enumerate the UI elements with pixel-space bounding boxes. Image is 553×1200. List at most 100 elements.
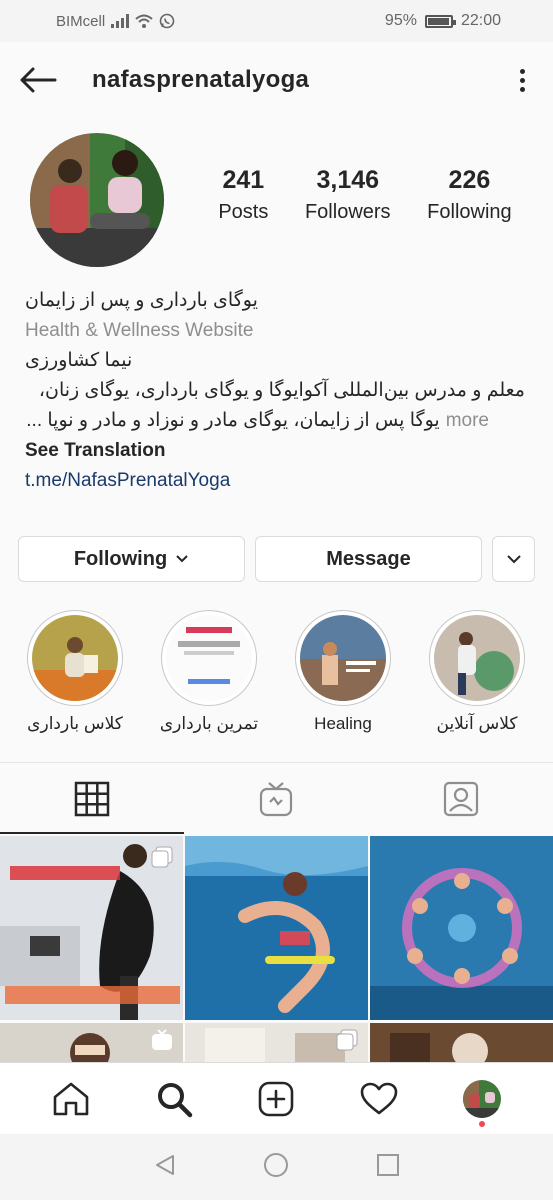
more-dot-icon (519, 77, 525, 83)
home-circle-icon (264, 1152, 289, 1177)
carousel-icon (151, 846, 173, 868)
post-image (185, 836, 368, 1020)
tagged-user-icon (443, 781, 478, 816)
status-bar: BIMcell 95% 22:00 (0, 0, 553, 42)
following-stat[interactable]: 226 Following (427, 166, 511, 224)
highlight-label: کلاس بارداری (27, 714, 123, 733)
highlight-ring (429, 610, 525, 706)
see-translation-link[interactable]: See Translation (25, 436, 535, 466)
post-image (370, 836, 553, 1020)
nav-activity[interactable] (349, 1069, 409, 1129)
post-thumbnail[interactable] (185, 1023, 368, 1062)
highlight-item[interactable]: کلاس بارداری (16, 610, 134, 740)
post-thumbnail[interactable] (370, 1023, 553, 1062)
stat-label: Followers (304, 201, 391, 223)
system-home-button[interactable] (263, 1152, 289, 1183)
nav-home[interactable] (41, 1069, 101, 1129)
highlight-item[interactable]: کلاس آنلاین (418, 610, 536, 740)
stat-count: 226 (448, 166, 491, 194)
bio-website-link[interactable]: t.me/NafasPrenatalYoga (25, 466, 535, 496)
more-dot-icon (519, 86, 525, 92)
profile-actions: Following Message (18, 536, 535, 582)
profile-avatar[interactable] (30, 133, 164, 267)
followers-stat[interactable]: 3,146 Followers (305, 166, 391, 224)
heart-icon (360, 1082, 398, 1114)
bio-text-line: یوگا پس از زایمان، یوگای مادر و نوزاد و … (25, 406, 535, 436)
nav-create[interactable] (246, 1069, 306, 1129)
bio-person: نیما کشاورزی (25, 350, 133, 371)
notification-dot (478, 1120, 485, 1127)
profile-header: nafasprenatalyoga (0, 42, 553, 118)
nav-search[interactable] (144, 1069, 204, 1129)
more-options-button[interactable] (507, 58, 537, 102)
system-recents-button[interactable] (376, 1153, 400, 1182)
stat-count: 241 (222, 166, 265, 194)
whatsapp-icon (159, 13, 175, 29)
post-thumbnail[interactable] (370, 836, 553, 1020)
profile-stats: 241 Posts 3,146 Followers 226 Following (200, 166, 530, 224)
highlight-cover (166, 615, 252, 701)
tab-igtv[interactable] (184, 763, 368, 834)
clock: 22:00 (460, 12, 501, 29)
igtv-icon (260, 781, 293, 816)
bio-category: Health & Wellness Website (25, 320, 254, 341)
system-back-button[interactable] (153, 1153, 177, 1182)
profile-tab-avatar (462, 1079, 501, 1118)
profile-username: nafasprenatalyoga (92, 66, 310, 93)
avatar-photo (30, 133, 164, 267)
grid-icon (74, 781, 110, 816)
story-highlights: کلاس بارداری تمرین بارداری Healing کلاس … (16, 610, 536, 740)
carrier-label: BIMcell (56, 12, 106, 30)
more-dot-icon (519, 68, 525, 74)
profile-tabs (0, 762, 553, 834)
post-image (370, 1023, 553, 1062)
nav-profile[interactable] (452, 1069, 512, 1129)
post-grid (0, 836, 553, 1062)
recents-square-icon (376, 1153, 399, 1176)
bio-text-line2: یوگا پس از زایمان، یوگای مادر و نوزاد و … (26, 410, 440, 431)
posts-stat[interactable]: 241 Posts (218, 166, 268, 224)
battery-percent: 95% (384, 12, 417, 29)
message-button[interactable]: Message (255, 536, 482, 582)
highlight-cover (32, 615, 118, 701)
highlight-label: کلاس آنلاین (436, 714, 518, 733)
suggested-accounts-button[interactable] (492, 536, 535, 582)
highlight-item[interactable]: تمرین بارداری (150, 610, 268, 740)
following-button[interactable]: Following (18, 536, 245, 582)
back-triangle-icon (156, 1154, 175, 1175)
wifi-icon (135, 14, 153, 28)
tab-grid[interactable] (0, 763, 185, 834)
highlight-label: تمرین بارداری (159, 714, 259, 733)
profile-summary: 241 Posts 3,146 Followers 226 Following (30, 132, 530, 268)
tab-tagged[interactable] (369, 763, 553, 834)
post-thumbnail[interactable] (0, 1023, 183, 1062)
highlight-cover (434, 615, 520, 701)
igtv-badge-icon (152, 1029, 172, 1050)
stat-label: Posts (218, 201, 269, 223)
bio-text-line: معلم و مدرس بین‌المللی آکوایوگا و یوگای … (38, 380, 525, 401)
bottom-navigation (0, 1062, 553, 1134)
stat-count: 3,146 (316, 166, 380, 194)
highlight-ring (161, 610, 257, 706)
profile-bio: یوگای بارداری و پس از زایمان Health & We… (25, 286, 535, 496)
system-navigation (0, 1134, 553, 1200)
chevron-down-icon (176, 555, 188, 563)
highlight-label: Healing (314, 714, 372, 733)
carousel-icon (336, 1029, 358, 1051)
signal-icon (111, 14, 130, 28)
back-arrow-icon (20, 67, 57, 93)
highlight-cover (300, 615, 386, 701)
search-icon (157, 1082, 193, 1117)
add-post-icon (259, 1081, 294, 1116)
more-link[interactable]: more (446, 406, 489, 436)
following-button-label: Following (73, 547, 168, 570)
stat-label: Following (427, 201, 512, 223)
bio-name: یوگای بارداری و پس از زایمان (25, 290, 258, 311)
post-thumbnail[interactable] (0, 836, 183, 1020)
battery-icon (424, 14, 456, 28)
highlight-item[interactable]: Healing (284, 610, 402, 740)
back-button[interactable] (16, 58, 60, 102)
home-icon (53, 1082, 89, 1115)
message-button-label: Message (326, 547, 411, 570)
post-thumbnail[interactable] (185, 836, 368, 1020)
